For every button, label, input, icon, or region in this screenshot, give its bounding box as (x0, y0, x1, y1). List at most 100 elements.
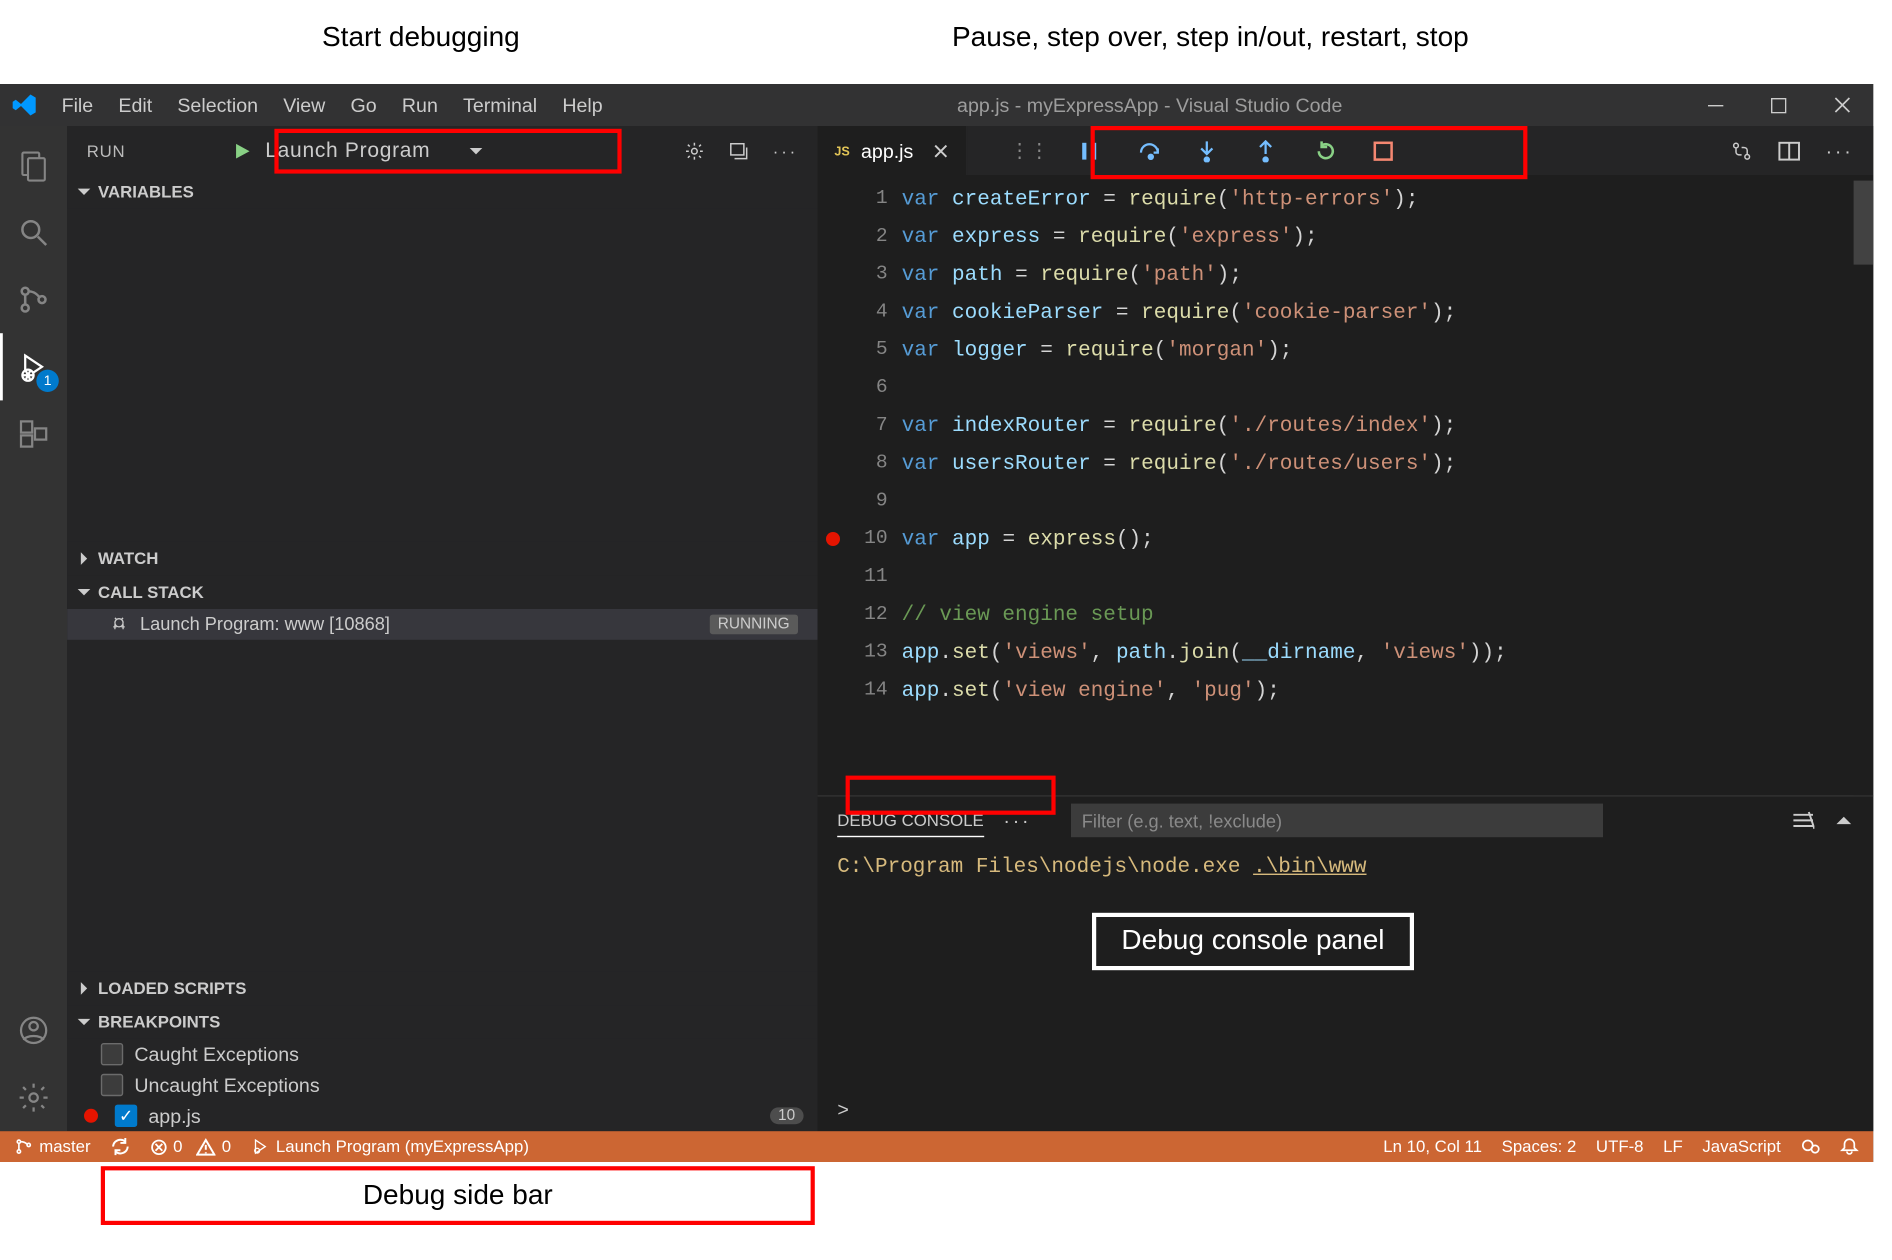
window-minimize-button[interactable] (1684, 84, 1747, 126)
console-input-prompt[interactable]: > (818, 1100, 1874, 1131)
callstack-item-label: Launch Program: www [10868] (140, 613, 709, 634)
title-bar: FileEditSelectionViewGoRunTerminalHelp a… (0, 84, 1873, 126)
status-indent[interactable]: Spaces: 2 (1502, 1137, 1577, 1157)
more-actions-icon[interactable]: ··· (773, 141, 798, 161)
run-config-label: Launch Program (265, 139, 453, 163)
step-into-button[interactable] (1198, 139, 1226, 161)
checkbox-checked-icon[interactable]: ✓ (115, 1105, 137, 1127)
bp-caught-exceptions[interactable]: Caught Exceptions (67, 1039, 817, 1070)
menu-view[interactable]: View (271, 84, 338, 126)
menu-file[interactable]: File (49, 84, 106, 126)
console-output-line: C:\Program Files\nodejs\node.exe .\bin\w… (837, 855, 1853, 879)
tab-label: app.js (861, 139, 913, 161)
activity-extensions-icon[interactable] (0, 400, 67, 467)
activity-settings-icon[interactable] (0, 1064, 67, 1131)
tab-close-icon[interactable] (933, 142, 950, 159)
status-sync[interactable] (110, 1137, 130, 1157)
debug-badge: 1 (36, 370, 58, 392)
step-out-button[interactable] (1256, 139, 1284, 161)
section-loaded-scripts-header[interactable]: LOADED SCRIPTS (67, 972, 817, 1006)
bp-uncaught-exceptions[interactable]: Uncaught Exceptions (67, 1070, 817, 1101)
run-config-selector[interactable]: Launch Program (218, 139, 498, 163)
panel-filter-input[interactable]: Filter (e.g. text, !exclude) (1071, 804, 1603, 838)
split-editor-icon[interactable] (1778, 139, 1800, 161)
menu-selection[interactable]: Selection (165, 84, 271, 126)
panel-more-icon[interactable]: ··· (1003, 809, 1031, 831)
run-sidebar: RUN Launch Program ··· VARIABLES (67, 126, 817, 1131)
status-feedback-icon[interactable] (1800, 1137, 1820, 1157)
vscode-logo-icon (0, 92, 49, 117)
activity-debug-icon[interactable]: 1 (0, 333, 67, 400)
callstack-item-status: RUNNING (709, 614, 798, 634)
label-debug-sidebar: Debug side bar (363, 1180, 553, 1212)
window-title: app.js - myExpressApp - Visual Studio Co… (615, 94, 1684, 116)
activity-scm-icon[interactable] (0, 266, 67, 333)
section-breakpoints-header[interactable]: BREAKPOINTS (67, 1005, 817, 1039)
label-debug-console-panel: Debug console panel (1092, 913, 1414, 970)
vscode-window: FileEditSelectionViewGoRunTerminalHelp a… (0, 84, 1873, 1162)
bp-file-row[interactable]: ✓ app.js 10 (67, 1100, 817, 1131)
chevron-down-icon[interactable] (467, 142, 484, 159)
section-loaded-label: LOADED SCRIPTS (98, 979, 246, 999)
gutter-breakpoint-icon[interactable] (826, 532, 840, 546)
editor-area: JS app.js ⋮⋮ (818, 126, 1874, 1131)
bp-file-label: app.js (148, 1105, 200, 1127)
checkbox-unchecked-icon[interactable] (101, 1043, 123, 1065)
section-variables-header[interactable]: VARIABLES (67, 175, 817, 209)
window-maximize-button[interactable] (1747, 84, 1810, 126)
activity-bar: 1 (0, 126, 67, 1131)
status-notifications-icon[interactable] (1840, 1137, 1860, 1157)
editor-tab-appjs[interactable]: JS app.js (818, 126, 968, 175)
menu-go[interactable]: Go (338, 84, 389, 126)
sidebar-title: RUN (87, 141, 126, 161)
clear-console-icon[interactable] (1792, 811, 1814, 831)
menu-edit[interactable]: Edit (106, 84, 165, 126)
status-branch[interactable]: master (14, 1137, 91, 1157)
pause-button[interactable] (1080, 141, 1108, 161)
status-problems[interactable]: 0 0 (149, 1137, 231, 1157)
callstack-item[interactable]: Launch Program: www [10868] RUNNING (67, 608, 817, 639)
panel-filter-placeholder: Filter (e.g. text, !exclude) (1082, 810, 1282, 831)
status-cursor-position[interactable]: Ln 10, Col 11 (1383, 1137, 1482, 1157)
compare-changes-icon[interactable] (1730, 139, 1752, 161)
activity-explorer-icon[interactable] (0, 132, 67, 199)
section-callstack-header[interactable]: CALL STACK (67, 575, 817, 609)
status-language[interactable]: JavaScript (1702, 1137, 1780, 1157)
breakpoint-dot-icon (84, 1109, 98, 1123)
panel-collapse-icon[interactable] (1834, 811, 1854, 831)
start-debug-icon[interactable] (232, 141, 252, 161)
bp-file-count: 10 (770, 1107, 804, 1124)
menu-terminal[interactable]: Terminal (450, 84, 549, 126)
section-breakpoints-label: BREAKPOINTS (98, 1012, 220, 1032)
status-eol[interactable]: LF (1663, 1137, 1683, 1157)
section-watch-header[interactable]: WATCH (67, 541, 817, 575)
checkbox-unchecked-icon[interactable] (101, 1074, 123, 1096)
annotation-start-debugging: Start debugging (322, 22, 520, 54)
settings-gear-icon[interactable] (683, 139, 705, 161)
panel-tab-debug-console[interactable]: DEBUG CONSOLE (837, 804, 984, 836)
code-editor[interactable]: 1234567891011121314 var createError = re… (818, 175, 1874, 795)
more-editor-actions-icon[interactable]: ··· (1826, 139, 1854, 161)
bp-uncaught-label: Uncaught Exceptions (134, 1074, 319, 1096)
status-bar: master 0 0 Launch Program (myExpressApp)… (0, 1131, 1873, 1162)
step-over-button[interactable] (1139, 141, 1167, 161)
section-variables-label: VARIABLES (98, 182, 194, 202)
debug-console-toggle-icon[interactable] (728, 139, 750, 161)
menu-help[interactable]: Help (550, 84, 616, 126)
toolbar-grip-icon[interactable]: ⋮⋮ (1010, 139, 1049, 163)
section-watch-label: WATCH (98, 548, 158, 568)
window-close-button[interactable] (1810, 84, 1873, 126)
restart-button[interactable] (1315, 139, 1343, 161)
vertical-scrollbar[interactable] (1854, 175, 1874, 795)
activity-search-icon[interactable] (0, 199, 67, 266)
activity-account-icon[interactable] (0, 997, 67, 1064)
status-debug-target[interactable]: Launch Program (myExpressApp) (251, 1137, 529, 1157)
status-encoding[interactable]: UTF-8 (1596, 1137, 1644, 1157)
annotation-debug-controls: Pause, step over, step in/out, restart, … (952, 22, 1469, 54)
stop-button[interactable] (1374, 141, 1402, 161)
debug-toolbar: ⋮⋮ (993, 139, 1419, 163)
section-callstack-label: CALL STACK (98, 582, 204, 602)
js-file-icon: JS (834, 144, 849, 158)
bp-caught-label: Caught Exceptions (134, 1043, 299, 1065)
menu-run[interactable]: Run (389, 84, 450, 126)
